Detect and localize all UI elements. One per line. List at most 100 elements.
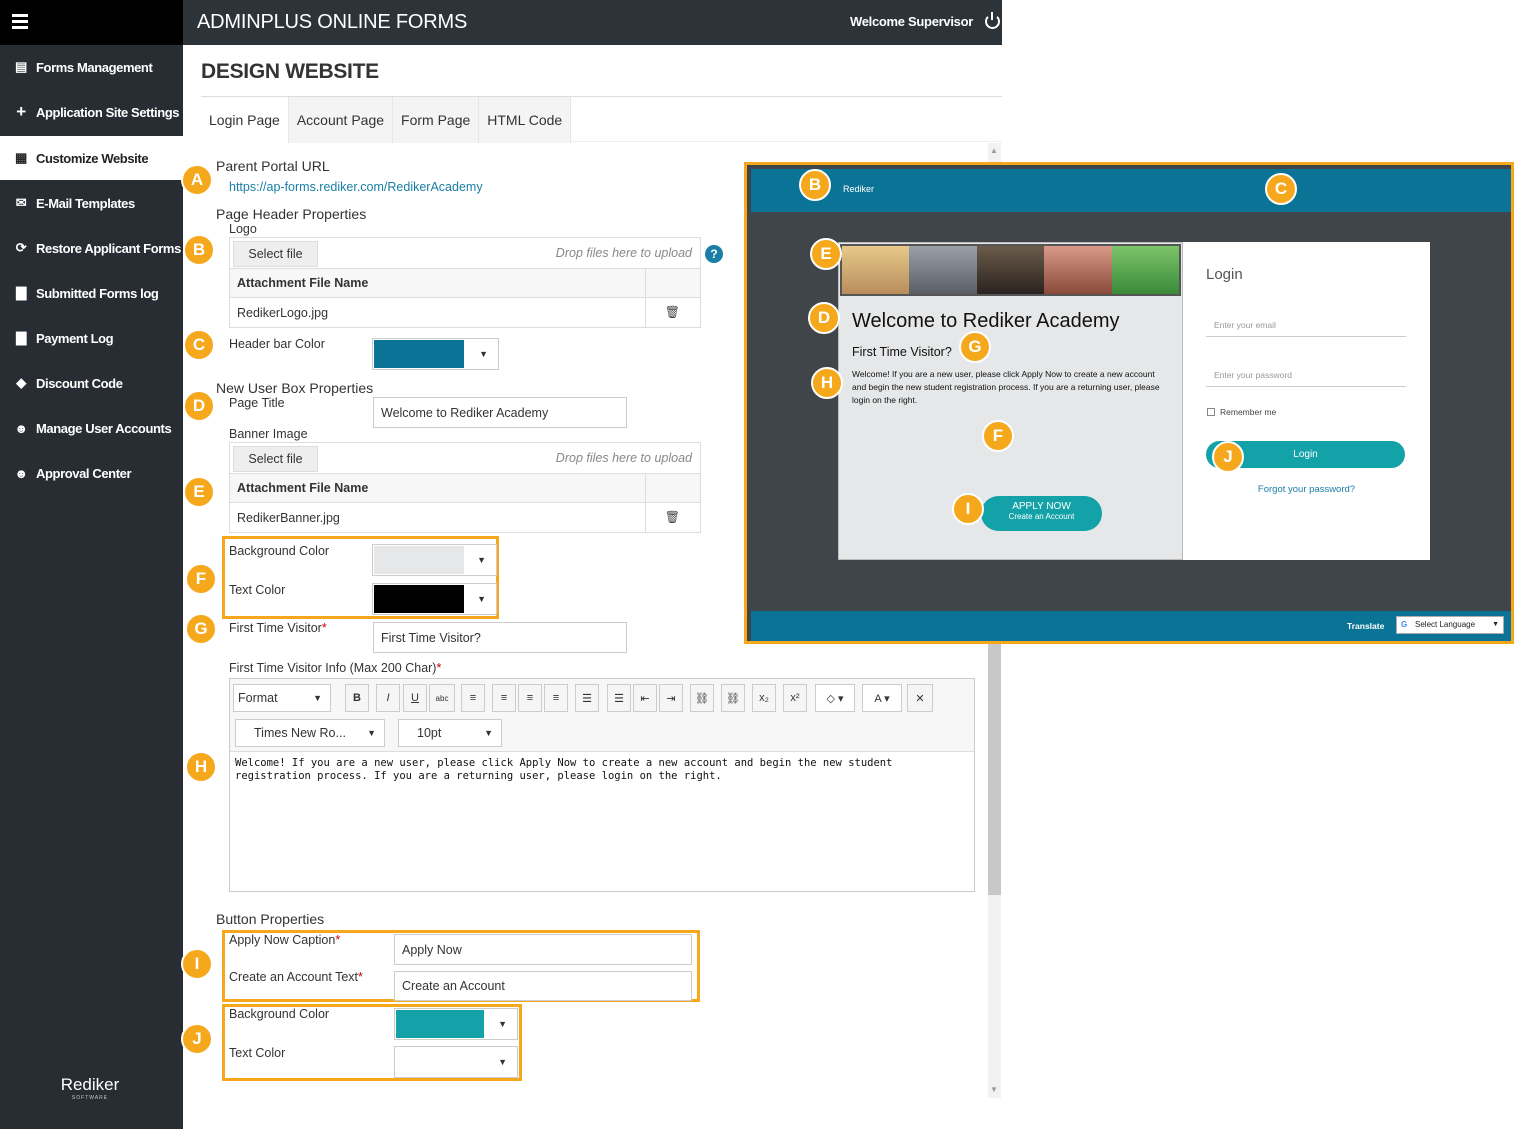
- preview-remember-checkbox[interactable]: [1207, 408, 1215, 416]
- align-left-icon[interactable]: ≡: [461, 684, 485, 712]
- first-time-visitor-label: First Time Visitor*: [229, 621, 327, 635]
- sidebar-item-manage-user-accounts[interactable]: ☻ Manage User Accounts: [0, 406, 183, 450]
- logo-select-file-button[interactable]: Select file: [233, 241, 318, 267]
- numbered-list-icon[interactable]: ☰: [607, 684, 631, 712]
- align-center-icon[interactable]: ≡: [492, 684, 516, 712]
- badge-b: B: [183, 234, 215, 266]
- font-size-dropdown[interactable]: 10pt ▼: [398, 719, 502, 747]
- preview-badge-e: E: [810, 238, 842, 270]
- strikethrough-button[interactable]: abc: [429, 684, 455, 712]
- outdent-icon[interactable]: ⇤: [633, 684, 657, 712]
- help-icon[interactable]: ?: [705, 245, 723, 263]
- tab-login-page[interactable]: Login Page: [201, 97, 289, 143]
- sidebar-item-approval-center[interactable]: ☻ Approval Center: [0, 451, 183, 495]
- preview-remember-label: Remember me: [1220, 407, 1277, 417]
- list-icon: ▤: [15, 59, 27, 74]
- button-text-color-picker[interactable]: ▼: [394, 1046, 518, 1078]
- tab-account-page[interactable]: Account Page: [288, 97, 394, 143]
- banner-drop-zone: Drop files here to upload: [555, 451, 692, 465]
- editor-content[interactable]: Welcome! If you are a new user, please c…: [235, 757, 970, 783]
- clear-format-icon[interactable]: ✕: [907, 684, 933, 712]
- tag-icon: ◆: [16, 375, 26, 390]
- plus-icon: +: [16, 102, 26, 121]
- align-justify-icon[interactable]: ≡: [544, 684, 568, 712]
- logo-drop-zone: Drop files here to upload: [555, 246, 692, 260]
- preview-password-input[interactable]: Enter your password: [1214, 370, 1292, 380]
- banner-select-file-button[interactable]: Select file: [233, 446, 318, 472]
- trash-icon[interactable]: 🗑: [665, 305, 680, 319]
- preview-badge-g: G: [959, 331, 991, 363]
- text-color-picker[interactable]: ▼: [372, 583, 497, 615]
- indent-icon[interactable]: ⇥: [659, 684, 683, 712]
- scroll-down-icon[interactable]: ▼: [990, 1085, 998, 1094]
- header-bar-color-swatch: [374, 340, 464, 368]
- header-bar-color-picker[interactable]: ▼: [372, 338, 499, 370]
- sidebar-item-forms-management[interactable]: ▤ Forms Management: [0, 45, 183, 89]
- sidebar-item-restore-applicant-forms[interactable]: ⟳ Restore Applicant Forms: [0, 226, 183, 270]
- page-header-properties-heading: Page Header Properties: [216, 206, 367, 222]
- font-color-icon[interactable]: A ▾: [862, 684, 902, 712]
- chevron-down-icon: ▼: [1492, 621, 1499, 628]
- preview-email-input[interactable]: Enter your email: [1214, 320, 1276, 330]
- chevron-down-icon: ▼: [479, 349, 488, 359]
- envelope-icon: ✉: [15, 195, 27, 210]
- logo-upload[interactable]: Select file Drop files here to upload: [229, 237, 701, 269]
- editor-toolbar: Format ▼ B I U abc ≡ ≡ ≡ ≡ ☰ ☰ ⇤ ⇥ ⛓ ⛓ x₂…: [230, 679, 974, 752]
- scrollbar-thumb[interactable]: [988, 640, 1001, 895]
- preview-forgot-password-link[interactable]: Forgot your password?: [1183, 484, 1430, 495]
- link-icon[interactable]: ⛓: [690, 684, 714, 712]
- grid-icon: ▦: [15, 150, 27, 165]
- apply-now-caption-input[interactable]: Apply Now: [394, 934, 692, 965]
- background-color-picker[interactable]: ▼: [372, 544, 497, 576]
- login-page-preview: Rediker Welcome to Rediker Academy First…: [744, 162, 1514, 644]
- badge-i: I: [181, 948, 213, 980]
- tab-bar: Login Page Account Page Form Page HTML C…: [201, 96, 1002, 143]
- page-title-label: Page Title: [229, 396, 285, 410]
- parent-portal-link[interactable]: https://ap-forms.rediker.com/RedikerAcad…: [229, 180, 483, 194]
- preview-new-user-box: Welcome to Rediker Academy First Time Vi…: [838, 242, 1183, 560]
- bullet-list-icon[interactable]: ☰: [575, 684, 599, 712]
- apply-now-caption-label: Apply Now Caption*: [229, 933, 341, 947]
- create-account-text-input[interactable]: Create an Account: [394, 971, 692, 1001]
- power-icon[interactable]: [985, 12, 1000, 29]
- italic-button[interactable]: I: [376, 684, 400, 712]
- scroll-up-icon[interactable]: ▲: [990, 146, 998, 155]
- underline-button[interactable]: U: [403, 684, 427, 712]
- first-time-visitor-info-label: First Time Visitor Info (Max 200 Char)*: [229, 661, 442, 675]
- superscript-button[interactable]: x²: [783, 684, 807, 712]
- preview-badge-c: C: [1265, 173, 1297, 205]
- badge-d: D: [183, 390, 215, 422]
- sidebar-item-discount-code[interactable]: ◆ Discount Code: [0, 361, 183, 405]
- preview-badge-b: B: [799, 169, 831, 201]
- sidebar-item-application-site-settings[interactable]: + Application Site Settings: [0, 90, 183, 134]
- header-bar-color-label: Header bar Color: [229, 337, 325, 351]
- button-background-color-picker[interactable]: ▼: [394, 1008, 518, 1040]
- preview-header-bar: Rediker: [751, 169, 1511, 212]
- first-time-visitor-input[interactable]: First Time Visitor?: [373, 622, 627, 653]
- hamburger-menu-icon[interactable]: [12, 14, 28, 17]
- preview-footer: Translate G Select Language ▼: [751, 611, 1511, 641]
- preview-language-select[interactable]: G Select Language ▼: [1396, 616, 1504, 634]
- sidebar-item-customize-website[interactable]: ▦ Customize Website: [0, 136, 183, 180]
- banner-upload[interactable]: Select file Drop files here to upload: [229, 442, 701, 474]
- unlink-icon[interactable]: ⛓: [721, 684, 745, 712]
- preview-apply-now-button[interactable]: APPLY NOW Create an Account: [981, 496, 1102, 531]
- page-title-input[interactable]: Welcome to Rediker Academy: [373, 397, 627, 428]
- sidebar-item-payment-log[interactable]: ▇ Payment Log: [0, 316, 183, 360]
- font-family-dropdown[interactable]: Times New Ro... ▼: [235, 719, 385, 747]
- bold-button[interactable]: B: [345, 684, 369, 712]
- trash-icon[interactable]: 🗑: [665, 510, 680, 524]
- align-right-icon[interactable]: ≡: [518, 684, 542, 712]
- create-account-text-label: Create an Account Text*: [229, 970, 363, 984]
- tab-form-page[interactable]: Form Page: [393, 97, 480, 143]
- fill-color-icon[interactable]: ◇ ▾: [815, 684, 855, 712]
- badge-h: H: [185, 751, 217, 783]
- preview-login-box: Login Enter your email Enter your passwo…: [1183, 242, 1430, 560]
- sidebar-item-email-templates[interactable]: ✉ E-Mail Templates: [0, 181, 183, 225]
- subscript-button[interactable]: x₂: [752, 684, 776, 712]
- sidebar-item-submitted-forms-log[interactable]: ▇ Submitted Forms log: [0, 271, 183, 315]
- tab-html-code[interactable]: HTML Code: [479, 97, 572, 143]
- format-dropdown[interactable]: Format ▼: [233, 684, 331, 712]
- preview-login-title: Login: [1206, 266, 1243, 283]
- page-title: DESIGN WEBSITE: [201, 60, 379, 83]
